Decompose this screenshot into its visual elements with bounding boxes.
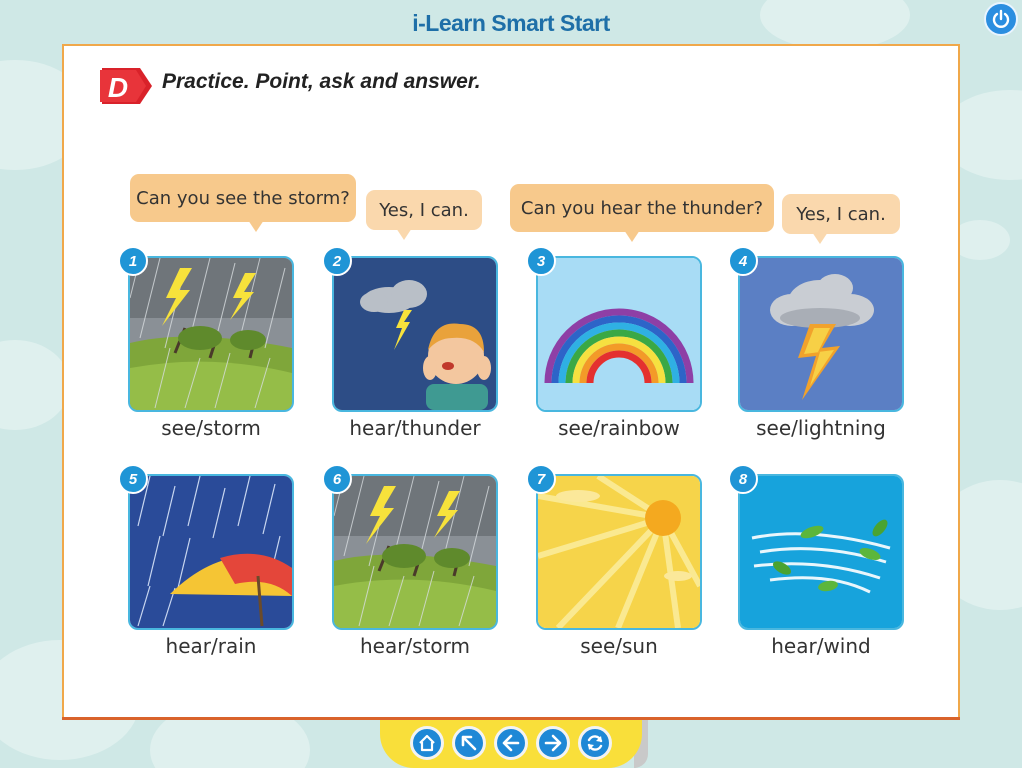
card-number: 5	[118, 464, 148, 494]
card-caption: see/lightning	[756, 416, 886, 440]
instruction: Practice. Point, ask and answer.	[162, 70, 481, 93]
picture-card[interactable]: 8 hear/wind	[728, 464, 904, 658]
arrow-left-icon	[502, 734, 520, 752]
storm-picture	[128, 256, 294, 412]
power-icon	[992, 9, 1010, 28]
picture-card[interactable]: 4 see/lightning	[728, 246, 904, 440]
wind-picture	[738, 474, 904, 630]
picture-card[interactable]: 6 hear/storm	[322, 464, 498, 658]
card-caption: hear/rain	[165, 634, 257, 658]
sun-picture	[536, 474, 702, 630]
storm-picture	[332, 474, 498, 630]
card-number: 3	[526, 246, 556, 276]
home-icon	[419, 734, 435, 752]
picture-card[interactable]: 2 hear/thunder	[322, 246, 498, 440]
picture-card[interactable]: 5 hear/rain	[118, 464, 294, 658]
picture-card[interactable]: 1 see/storm	[118, 246, 294, 440]
card-caption: hear/wind	[771, 634, 871, 658]
next-button[interactable]	[536, 726, 570, 760]
refresh-icon	[587, 735, 603, 751]
card-caption: hear/thunder	[349, 416, 481, 440]
speech-bubble-question-1: Can you see the storm?	[130, 174, 356, 232]
picture-card[interactable]: 3 see/rainbow	[526, 246, 702, 440]
power-button[interactable]	[984, 2, 1018, 36]
bubble-text: Yes, I can.	[379, 199, 469, 221]
speech-bubble-answer-2: Yes, I can.	[782, 194, 900, 244]
bubble-text: Can you see the storm?	[136, 187, 350, 209]
speech-bubble-question-2: Can you hear the thunder?	[510, 184, 774, 242]
card-number: 2	[322, 246, 352, 276]
bubble-text: Yes, I can.	[796, 203, 886, 225]
lightning-picture	[738, 256, 904, 412]
card-number: 7	[526, 464, 556, 494]
picture-card[interactable]: 7 see/sun	[526, 464, 702, 658]
card-caption: see/storm	[161, 416, 261, 440]
arrow-right-icon	[544, 734, 562, 752]
card-caption: see/sun	[580, 634, 658, 658]
navigation-bar	[380, 720, 648, 768]
refresh-button[interactable]	[578, 726, 612, 760]
card-number: 1	[118, 246, 148, 276]
thunder-picture	[332, 256, 498, 412]
bubble-text: Can you hear the thunder?	[520, 197, 764, 219]
home-button[interactable]	[410, 726, 444, 760]
card-caption: see/rainbow	[558, 416, 680, 440]
card-number: 4	[728, 246, 758, 276]
speech-bubble-answer-1: Yes, I can.	[366, 190, 482, 240]
card-caption: hear/storm	[359, 634, 471, 658]
lesson-page: D Practice. Point, ask and answer. Can y…	[62, 44, 960, 720]
previous-button[interactable]	[494, 726, 528, 760]
card-number: 6	[322, 464, 352, 494]
section-badge: D	[100, 68, 152, 104]
card-number: 8	[728, 464, 758, 494]
rainbow-picture	[536, 256, 702, 412]
rain-picture	[128, 474, 294, 630]
arrow-up-left-icon	[461, 735, 477, 751]
back-to-start-button[interactable]	[452, 726, 486, 760]
app-title: i-Learn Smart Start	[412, 10, 610, 36]
section-letter: D	[108, 72, 128, 103]
